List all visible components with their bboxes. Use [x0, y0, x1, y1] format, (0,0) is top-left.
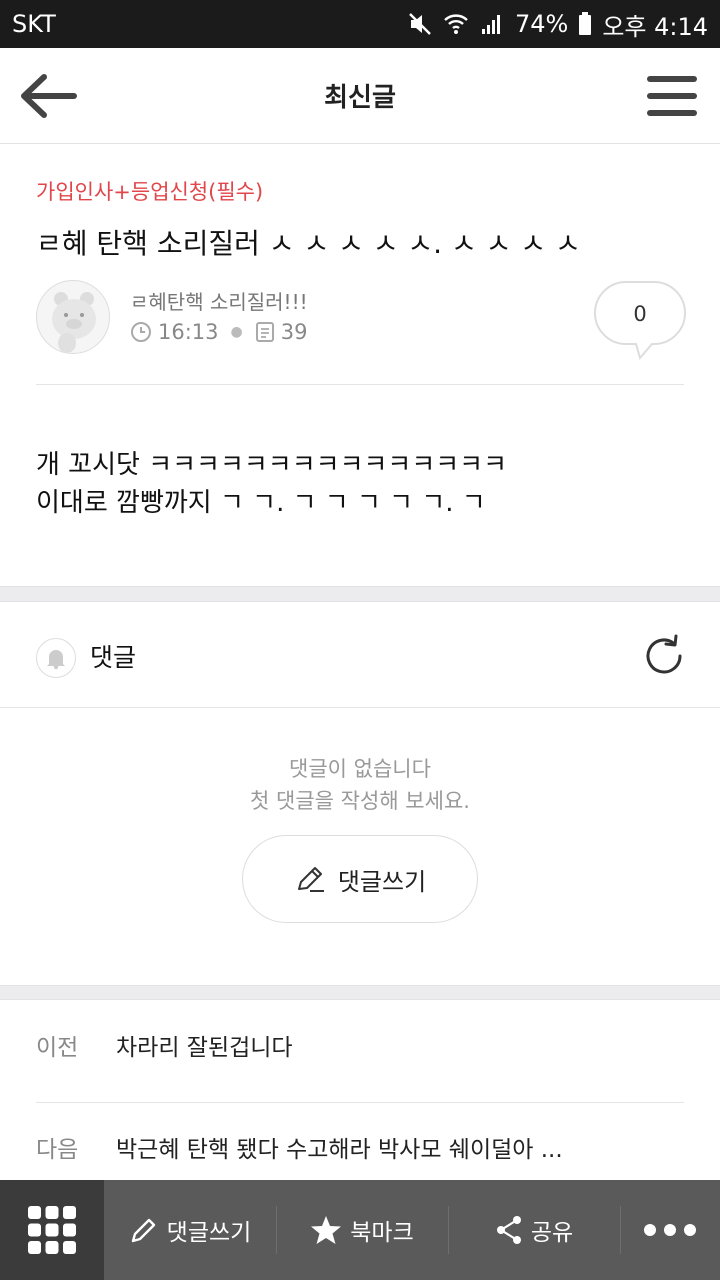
status-bar: SKT 74% 오후 4:14: [0, 0, 720, 48]
post-body-line: 이대로 깜빵까지 ㄱ ㄱ. ㄱ ㄱ ㄱ ㄱ ㄱ. ㄱ: [36, 488, 486, 518]
section-gap: [0, 586, 720, 602]
empty-message: 댓글이 없습니다: [289, 757, 431, 781]
prev-title: 차라리 잘된겁니다: [116, 1035, 293, 1061]
mute-icon: [407, 11, 433, 37]
battery-icon: [578, 12, 592, 36]
view-count-icon: [255, 322, 274, 342]
next-label: 다음: [36, 1137, 79, 1163]
write-comment-button[interactable]: 댓글쓰기: [242, 835, 478, 923]
toolbar-bookmark-button[interactable]: 북마크: [276, 1180, 448, 1280]
comment-notify-button[interactable]: [36, 638, 76, 678]
refresh-button[interactable]: [640, 632, 688, 684]
author-avatar[interactable]: [36, 280, 110, 354]
signal-icon: [479, 11, 505, 37]
comments-empty-state: 댓글이 없습니다 첫 댓글을 작성해 보세요. 댓글쓰기: [0, 709, 720, 985]
comment-count: 0: [633, 302, 647, 326]
meta-separator: ●: [230, 324, 243, 340]
empty-hint: 첫 댓글을 작성해 보세요.: [250, 789, 470, 813]
prev-label: 이전: [36, 1035, 79, 1061]
author-name[interactable]: ㄹ혜탄핵 소리질러!!!: [130, 286, 308, 315]
view-count: 39: [280, 320, 308, 344]
prev-post-link[interactable]: 이전 차라리 잘된겁니다: [36, 1000, 684, 1090]
divider: [36, 384, 684, 385]
post-title: ㄹ혜 탄핵 소리질러 ㅅ ㅅ ㅅ ㅅ ㅅ. ㅅ ㅅ ㅅ ㅅ: [36, 227, 581, 260]
apps-grid-button[interactable]: [0, 1180, 104, 1280]
wifi-icon: [443, 11, 469, 37]
app-header: 최신글: [0, 48, 720, 144]
more-dot: [644, 1224, 656, 1236]
post-meta: 16:13 ● 39: [130, 320, 307, 344]
write-comment-label: 댓글쓰기: [337, 867, 427, 896]
section-gap: [0, 985, 720, 1000]
star-icon: [311, 1216, 342, 1244]
carrier-label: SKT: [12, 10, 56, 38]
pencil-icon: [297, 867, 324, 892]
post-category[interactable]: 가입인사+등업신청(필수): [36, 176, 263, 206]
pencil-icon: [131, 1218, 155, 1243]
comments-title: 댓글: [90, 643, 137, 672]
toolbar-bookmark-label: 북마크: [350, 1220, 414, 1246]
post-body: 개 꼬시닷 ㅋㅋㅋㅋㅋㅋㅋㅋㅋㅋㅋㅋㅋㅋㅋ 이대로 깜빵까지 ㄱ ㄱ. ㄱ ㄱ …: [36, 446, 507, 522]
back-button[interactable]: [0, 48, 96, 144]
post-navigation: 이전 차라리 잘된겁니다 다음 박근혜 탄핵 됐다 수고해라 박사모 쉐이덜아 …: [0, 1000, 720, 1180]
toolbar-share-button[interactable]: 공유: [448, 1180, 620, 1280]
comments-header: 댓글: [0, 602, 720, 708]
post-article: 가입인사+등업신청(필수) ㄹ혜 탄핵 소리질러 ㅅ ㅅ ㅅ ㅅ ㅅ. ㅅ ㅅ …: [0, 144, 720, 586]
refresh-icon: [646, 634, 682, 674]
back-arrow-icon: [21, 73, 77, 118]
share-icon: [496, 1216, 521, 1244]
toolbar-comment-button[interactable]: 댓글쓰기: [104, 1180, 276, 1280]
post-time: 16:13: [158, 320, 219, 344]
more-dot: [684, 1224, 696, 1236]
bottom-toolbar: 댓글쓰기 북마크 공유: [0, 1180, 720, 1280]
next-post-link[interactable]: 다음 박근혜 탄핵 됐다 수고해라 박사모 쉐이덜아 ...: [36, 1102, 684, 1192]
post-body-line: 개 꼬시닷 ㅋㅋㅋㅋㅋㅋㅋㅋㅋㅋㅋㅋㅋㅋㅋ: [36, 450, 508, 480]
menu-button[interactable]: [624, 48, 720, 144]
battery-percent: 74%: [514, 10, 569, 38]
comment-count-bubble[interactable]: 0: [594, 280, 686, 362]
toolbar-share-label: 공유: [530, 1220, 574, 1246]
clock-icon: [131, 322, 151, 342]
hamburger-icon: [646, 75, 697, 116]
toolbar-comment-label: 댓글쓰기: [166, 1220, 252, 1246]
bell-icon: [47, 650, 65, 670]
clock-label: 오후 4:14: [602, 12, 708, 41]
more-options-button[interactable]: [620, 1180, 720, 1280]
grid-icon: [28, 1206, 76, 1254]
page-title: 최신글: [324, 83, 396, 113]
more-dot: [664, 1224, 676, 1236]
next-title: 박근혜 탄핵 됐다 수고해라 박사모 쉐이덜아 ...: [116, 1137, 563, 1163]
